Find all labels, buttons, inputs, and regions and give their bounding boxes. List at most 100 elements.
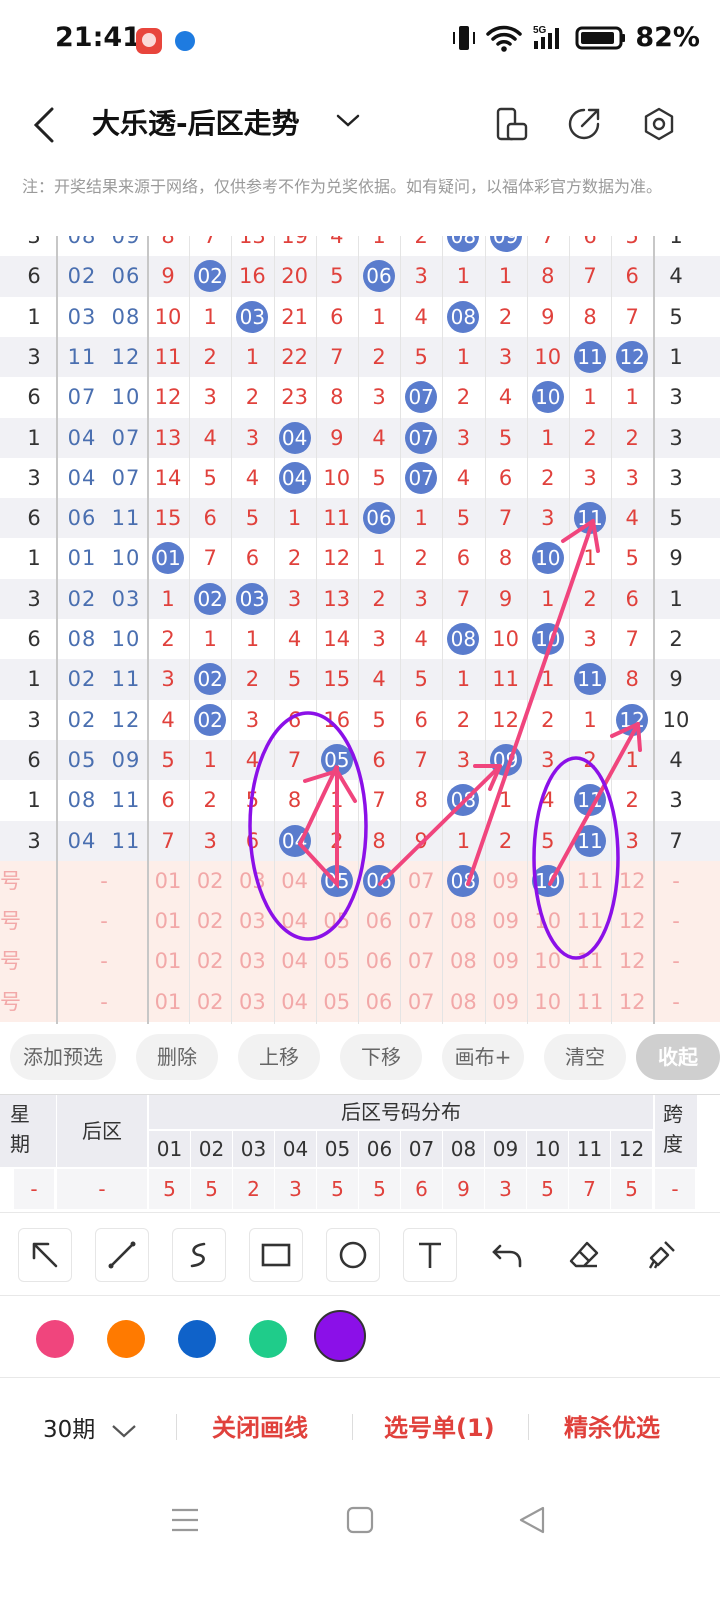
settings-icon[interactable] — [642, 106, 676, 142]
pick-number-cell[interactable]: 05 — [316, 861, 358, 901]
selected-number-ball[interactable]: 08 — [447, 864, 480, 897]
pick-number-cell[interactable]: 06 — [358, 982, 400, 1022]
span-cell: 4 — [669, 747, 683, 772]
back-arrow-icon[interactable] — [28, 105, 60, 145]
pick-number-cell[interactable]: 02 — [189, 861, 231, 901]
pick-number-cell[interactable]: 08 — [442, 982, 484, 1022]
color-swatch[interactable] — [107, 1320, 145, 1358]
pick-number-cell[interactable]: 02 — [189, 982, 231, 1022]
pick-number-cell[interactable]: 05 — [316, 982, 358, 1022]
system-navigation-bar — [0, 1490, 720, 1560]
home-icon[interactable] — [345, 1505, 375, 1535]
clear-button[interactable]: 清空 — [544, 1034, 626, 1080]
grid-line — [231, 236, 233, 1024]
pick-number-cell[interactable]: 07 — [400, 901, 442, 941]
pick-number-cell[interactable]: 10 — [527, 941, 569, 981]
period-selector[interactable]: 30期 — [43, 1410, 137, 1444]
rectangle-tool-icon[interactable] — [249, 1228, 303, 1282]
circle-tool-icon[interactable] — [326, 1228, 380, 1282]
arrow-tool-icon[interactable] — [18, 1228, 72, 1282]
pick-number-cell[interactable]: 05 — [316, 941, 358, 981]
color-swatch[interactable] — [178, 1320, 216, 1358]
selected-number-ball[interactable]: 06 — [363, 864, 395, 897]
pick-number-cell[interactable]: 09 — [485, 901, 527, 941]
eraser-icon[interactable] — [557, 1228, 611, 1282]
pick-number-cell[interactable]: 01 — [147, 982, 189, 1022]
number-cell: 06 — [358, 256, 400, 296]
freehand-tool-icon[interactable] — [172, 1228, 226, 1282]
close-drawing-button[interactable]: 关闭画线 — [212, 1408, 308, 1443]
span-cell: 7 — [669, 828, 683, 853]
pick-number-cell[interactable]: 08 — [442, 861, 484, 901]
pick-number-cell[interactable]: 02 — [189, 941, 231, 981]
collapse-button[interactable]: 收起 — [636, 1034, 720, 1080]
pick-number-cell[interactable]: 11 — [569, 861, 611, 901]
pick-number-cell[interactable]: 03 — [231, 901, 273, 941]
pick-number-cell[interactable]: 05 — [316, 901, 358, 941]
pick-number-cell[interactable]: 09 — [485, 861, 527, 901]
share-icon[interactable] — [566, 106, 602, 142]
pick-number-cell[interactable]: 02 — [189, 901, 231, 941]
back-icon[interactable] — [517, 1505, 547, 1535]
pick-number-cell[interactable]: 08 — [442, 941, 484, 981]
drawn-number-ball: 07 — [405, 381, 438, 414]
pick-number-cell[interactable]: 07 — [400, 861, 442, 901]
color-swatch[interactable] — [249, 1320, 287, 1358]
pick-number-cell[interactable]: 01 — [147, 861, 189, 901]
grid-line — [400, 236, 402, 1024]
pick-number-cell[interactable]: 01 — [147, 901, 189, 941]
pick-number-cell[interactable]: 03 — [231, 941, 273, 981]
pick-number-cell[interactable]: 08 — [442, 901, 484, 941]
selected-number-ball[interactable]: 05 — [320, 864, 353, 897]
pick-number-cell[interactable]: 12 — [611, 982, 653, 1022]
pick-number-cell[interactable]: 01 — [147, 941, 189, 981]
canvas-plus-button[interactable]: 画布+ — [442, 1034, 524, 1080]
pick-number-cell[interactable]: 03 — [231, 861, 273, 901]
chevron-down-icon[interactable] — [336, 113, 360, 129]
undo-icon[interactable] — [480, 1228, 534, 1282]
pick-number-cell[interactable]: 07 — [400, 982, 442, 1022]
delete-button[interactable]: 删除 — [136, 1034, 218, 1080]
pick-number-cell[interactable]: 12 — [611, 901, 653, 941]
omission-cell: 10 — [492, 627, 519, 651]
pick-number-cell[interactable]: 11 — [569, 941, 611, 981]
page-title[interactable]: 大乐透-后区走势 — [92, 102, 300, 142]
pick-number-cell[interactable]: 12 — [611, 941, 653, 981]
clear-brush-icon[interactable] — [634, 1228, 688, 1282]
pick-number-cell[interactable]: 11 — [569, 982, 611, 1022]
pick-number-cell[interactable]: 06 — [358, 901, 400, 941]
pick-number-cell[interactable]: 06 — [358, 941, 400, 981]
pick-number-cell[interactable]: 03 — [231, 982, 273, 1022]
omission-cell: 14 — [154, 465, 182, 490]
pick-number-cell[interactable]: 10 — [527, 861, 569, 901]
add-preselect-button[interactable]: 添加预选 — [10, 1034, 116, 1080]
pick-number-cell[interactable]: 10 — [527, 901, 569, 941]
pick-number-cell[interactable]: 12 — [611, 861, 653, 901]
pick-number-cell[interactable]: 04 — [274, 861, 316, 901]
color-swatch[interactable] — [314, 1310, 366, 1362]
omission-cell: 7 — [372, 788, 386, 813]
menu-icon[interactable] — [170, 1505, 200, 1535]
pick-number-cell[interactable]: 04 — [274, 901, 316, 941]
line-tool-icon[interactable] — [95, 1228, 149, 1282]
omission-cell: 3 — [541, 747, 555, 772]
pick-number-cell[interactable]: 09 — [485, 982, 527, 1022]
pick-number-cell[interactable]: 07 — [400, 941, 442, 981]
pick-number-cell[interactable]: 09 — [485, 941, 527, 981]
move-down-button[interactable]: 下移 — [340, 1034, 422, 1080]
pick-number-cell[interactable]: 11 — [569, 901, 611, 941]
pick-number-cell[interactable]: 06 — [358, 861, 400, 901]
selected-number-ball[interactable]: 10 — [531, 864, 564, 897]
pick-number-cell[interactable]: 04 — [274, 982, 316, 1022]
omission-cell: 1 — [372, 304, 386, 329]
back-zone-cell: 04 07 — [67, 465, 141, 490]
pick-number-cell[interactable]: 04 — [274, 941, 316, 981]
premium-pick-button[interactable]: 精杀优选 — [564, 1408, 660, 1443]
move-up-button[interactable]: 上移 — [238, 1034, 320, 1080]
color-swatch[interactable] — [36, 1320, 74, 1358]
screen-rotate-icon[interactable] — [495, 106, 529, 142]
text-tool-icon[interactable] — [403, 1228, 457, 1282]
pick-number-cell[interactable]: 10 — [527, 982, 569, 1022]
distribution-column-header: 05 — [317, 1131, 358, 1167]
pick-list-button[interactable]: 选号单(1) — [384, 1408, 495, 1443]
